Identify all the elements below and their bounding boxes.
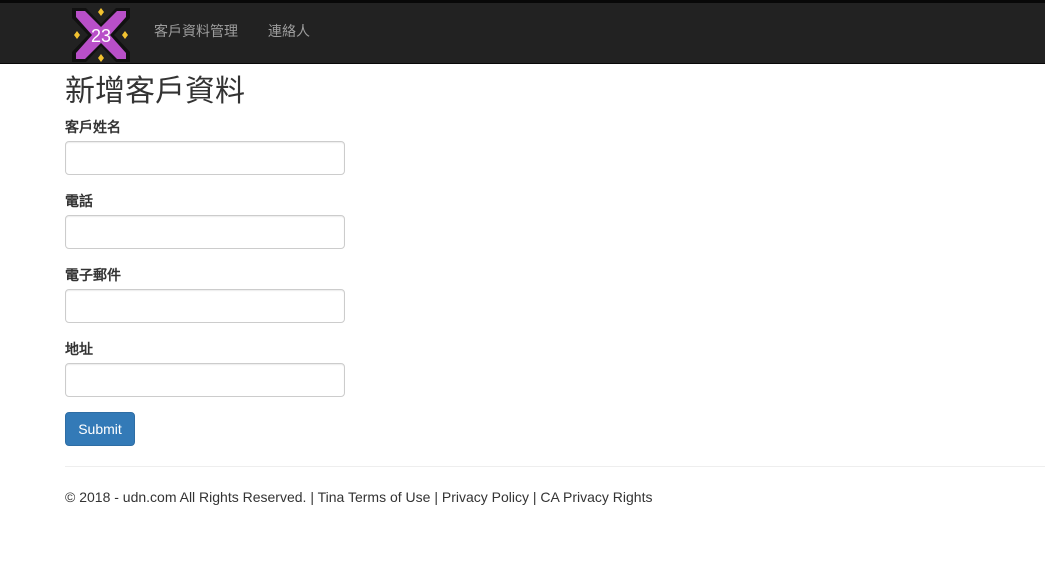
footer-separator: | xyxy=(430,489,442,505)
footer-ca-privacy-link[interactable]: CA Privacy Rights xyxy=(540,489,652,505)
customer-name-label: 客戶姓名 xyxy=(65,119,121,135)
address-label: 地址 xyxy=(65,341,93,357)
customer-name-input[interactable] xyxy=(65,141,345,175)
email-label: 電子郵件 xyxy=(65,267,121,283)
footer-divider xyxy=(65,466,1045,467)
footer-separator: | xyxy=(529,489,541,505)
footer-terms-link[interactable]: Tina Terms of Use xyxy=(318,489,431,505)
navbar: 23 客戶資料管理 連絡人 xyxy=(0,0,1045,64)
footer-separator: | xyxy=(306,489,318,505)
footer: © 2018 - udn.com All Rights Reserved. | … xyxy=(65,487,652,507)
nav-link-contacts[interactable]: 連絡人 xyxy=(268,21,310,41)
phone-input[interactable] xyxy=(65,215,345,249)
email-input[interactable] xyxy=(65,289,345,323)
address-input[interactable] xyxy=(65,363,345,397)
page-title: 新增客戶資料 xyxy=(65,74,245,109)
submit-button[interactable]: Submit xyxy=(65,412,135,446)
footer-privacy-link[interactable]: Privacy Policy xyxy=(442,489,529,505)
logo-icon[interactable]: 23 xyxy=(66,6,136,64)
logo-number: 23 xyxy=(91,26,111,46)
phone-label: 電話 xyxy=(65,193,93,209)
footer-copyright: © 2018 - udn.com All Rights Reserved. xyxy=(65,489,307,505)
nav-link-customer-management[interactable]: 客戶資料管理 xyxy=(154,21,238,41)
